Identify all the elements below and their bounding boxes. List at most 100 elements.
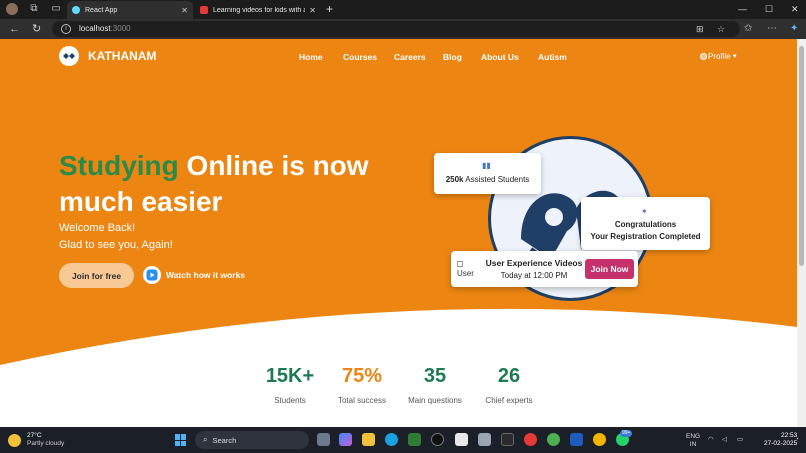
task-view-icon[interactable] xyxy=(317,433,330,446)
workspaces-icon[interactable]: ⧉ xyxy=(28,3,40,15)
profile-avatar-icon[interactable] xyxy=(6,3,18,15)
browser-tab-bar: ⧉ ▭ React App ✕ Learning videos for kids… xyxy=(0,0,806,19)
hero-wave-divider xyxy=(0,308,797,427)
edge-browser-icon[interactable] xyxy=(385,433,398,446)
file-explorer-icon[interactable] xyxy=(362,433,375,446)
chart-icon: ▮▮ xyxy=(482,161,491,170)
app-available-icon[interactable]: ⊞ xyxy=(696,23,704,35)
weather-desc: Partly cloudy xyxy=(27,440,65,447)
favorite-star-icon[interactable]: ☆ xyxy=(717,23,725,35)
join-for-free-button[interactable]: Join for free xyxy=(59,263,134,288)
terminal-icon[interactable] xyxy=(501,433,514,446)
hero-headline: Studying Online is now much easier xyxy=(59,150,369,217)
stat-value: 35 xyxy=(423,365,447,387)
profile-avatar-icon xyxy=(700,53,707,60)
tab-actions-icon[interactable]: ▭ xyxy=(50,3,62,15)
close-window-icon[interactable]: ✕ xyxy=(791,3,799,15)
stat-chief-experts: 26 Chief experts xyxy=(469,364,549,405)
profile-dropdown[interactable]: Profile ▼ xyxy=(700,52,738,61)
start-button-icon[interactable] xyxy=(175,434,187,446)
chrome-alt-icon[interactable] xyxy=(593,433,606,446)
stat-label: Students xyxy=(274,396,306,405)
scrollbar-thumb[interactable] xyxy=(799,46,804,266)
weather-widget[interactable]: 27°C Partly cloudy xyxy=(8,432,64,448)
tab-learning-videos[interactable]: Learning videos for kids with autism ✕ xyxy=(195,1,321,19)
welcome-message: Welcome Back! Glad to see you, Again! xyxy=(59,222,173,251)
notification-bell-icon[interactable]: ◔ xyxy=(795,436,799,444)
react-favicon-icon xyxy=(72,6,80,14)
nav-autism[interactable]: Autism xyxy=(538,52,567,62)
webinar-card: User User Experience Videos Today at 12:… xyxy=(451,251,638,287)
nav-home[interactable]: Home xyxy=(299,52,323,62)
minimize-icon[interactable]: — xyxy=(738,3,747,15)
stat-value: 26 xyxy=(497,365,521,387)
join-now-button[interactable]: Join Now xyxy=(585,259,634,279)
stat-main-questions: 35 Main questions xyxy=(395,364,475,405)
site-navbar: KATHANAM Home Courses Careers Blog About… xyxy=(0,39,797,74)
new-tab-button[interactable]: + xyxy=(326,2,333,16)
user-image-placeholder: User xyxy=(457,259,474,279)
whatsapp-badge: 99+ xyxy=(620,430,633,437)
browser-toolbar: ← ↻ i localhost:3000 ⊞ ☆ ✩ ⋯ ✦ xyxy=(0,19,806,39)
stat-label: Chief experts xyxy=(485,396,533,405)
party-popper-icon: ✶ xyxy=(641,207,648,216)
camera-app-icon[interactable] xyxy=(478,433,491,446)
youtube-favicon-icon xyxy=(200,6,208,14)
chrome-profile-icon[interactable] xyxy=(547,433,560,446)
close-tab-icon[interactable]: ✕ xyxy=(309,6,316,15)
profile-label: Profile xyxy=(708,52,731,61)
more-menu-icon[interactable]: ⋯ xyxy=(767,22,777,36)
partly-cloudy-icon xyxy=(8,433,21,447)
vscode-like-app-icon[interactable] xyxy=(408,433,421,446)
maximize-icon[interactable]: ☐ xyxy=(765,3,773,15)
stat-students: 15K+ Students xyxy=(250,364,330,405)
stat-label: Total success xyxy=(337,396,387,405)
wifi-icon[interactable]: ◠ xyxy=(708,436,714,444)
brand-name[interactable]: KATHANAM xyxy=(88,49,156,63)
url-text: localhost:3000 xyxy=(79,24,131,33)
site-info-icon[interactable]: i xyxy=(61,24,71,34)
copilot-taskbar-icon[interactable] xyxy=(339,433,352,446)
search-icon: ⌕ xyxy=(203,435,208,444)
address-bar[interactable]: i localhost:3000 ⊞ ☆ xyxy=(52,21,740,37)
brand-logo-icon[interactable] xyxy=(59,46,79,66)
refresh-icon[interactable]: ↻ xyxy=(32,22,41,36)
stat-value: 75% xyxy=(341,365,383,387)
congrats-subtitle: Your Registration Completed xyxy=(590,232,701,241)
close-tab-icon[interactable]: ✕ xyxy=(181,6,188,15)
caret-down-icon: ▼ xyxy=(731,53,738,60)
battery-icon[interactable]: ▭ xyxy=(737,436,743,444)
webinar-title: User Experience Videos xyxy=(485,258,583,268)
tab-react-app[interactable]: React App ✕ xyxy=(67,1,193,19)
nav-about-us[interactable]: About Us xyxy=(481,52,519,62)
nav-courses[interactable]: Courses xyxy=(343,52,377,62)
play-icon xyxy=(143,266,161,284)
system-clock[interactable]: 22:53 27-02-2025 xyxy=(764,432,797,448)
stat-label: Main questions xyxy=(408,396,462,405)
page-viewport: KATHANAM Home Courses Careers Blog About… xyxy=(0,39,797,427)
stat-total-success: 75% Total success xyxy=(322,364,402,405)
language-indicator[interactable]: ENG IN xyxy=(686,433,700,448)
assisted-students-text: 250k Assisted Students xyxy=(445,175,530,184)
webinar-time: Today at 12:00 PM xyxy=(500,271,568,280)
volume-icon[interactable]: ◁ xyxy=(722,436,727,444)
nav-blog[interactable]: Blog xyxy=(443,52,462,62)
word-icon[interactable] xyxy=(570,433,583,446)
weather-temp: 27°C xyxy=(27,432,42,439)
tab-title: Learning videos for kids with autism xyxy=(213,6,306,14)
back-arrow-icon[interactable]: ← xyxy=(9,22,20,36)
calendar-app-icon[interactable] xyxy=(455,433,468,446)
windows-taskbar: 27°C Partly cloudy ⌕ Search 99+ ENG IN ◠ … xyxy=(0,427,806,453)
congratulations-card: ✶ Congratulations Your Registration Comp… xyxy=(581,197,710,250)
copilot-icon[interactable]: ✦ xyxy=(790,22,798,36)
stat-value: 15K+ xyxy=(265,365,315,387)
chrome-icon[interactable] xyxy=(524,433,537,446)
congrats-title: Congratulations xyxy=(614,220,677,229)
tab-title: React App xyxy=(85,6,118,14)
assisted-students-card: ▮▮ 250k Assisted Students xyxy=(434,153,541,194)
watch-how-it-works-link[interactable]: Watch how it works xyxy=(143,266,245,284)
taskbar-search[interactable]: ⌕ Search xyxy=(195,431,309,449)
dell-icon[interactable] xyxy=(431,433,444,446)
nav-careers[interactable]: Careers xyxy=(394,52,426,62)
favorites-icon[interactable]: ✩ xyxy=(744,22,752,36)
